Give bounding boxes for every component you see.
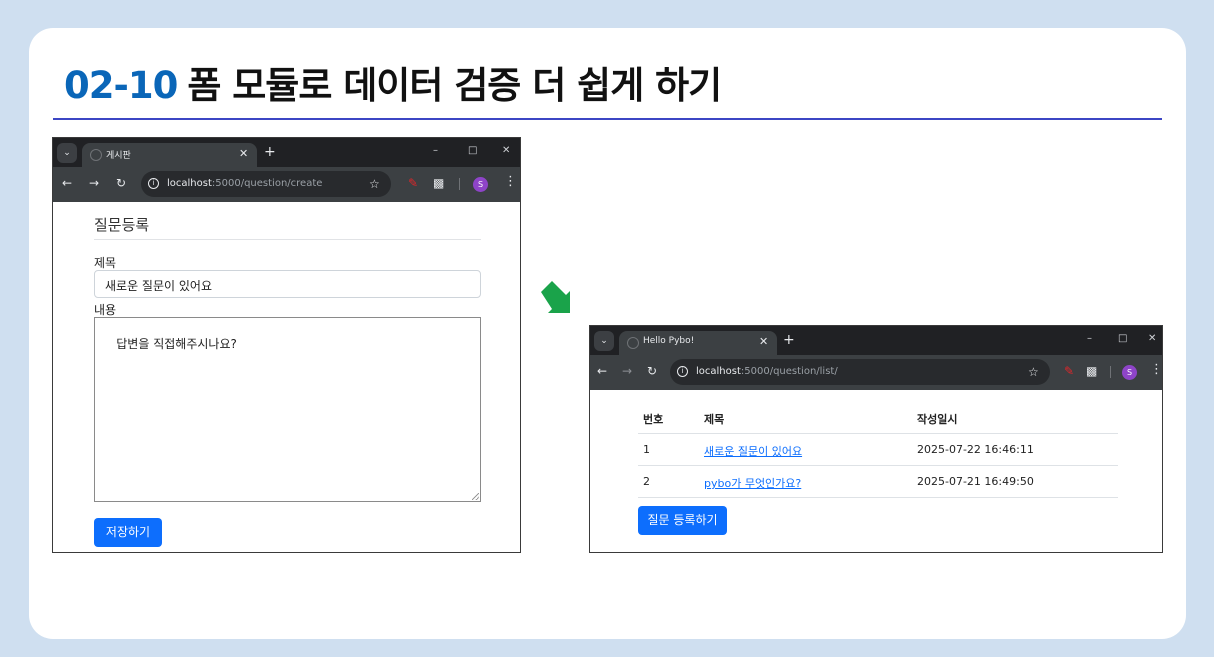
tab-hello-pybo[interactable]: Hello Pybo! ✕ bbox=[619, 331, 777, 355]
url-text: localhost:5000/question/create bbox=[167, 178, 323, 189]
menu-kebab-icon[interactable]: ⋮ bbox=[1150, 363, 1162, 377]
question-link[interactable]: 새로운 질문이 있어요 bbox=[704, 443, 802, 459]
toolbar-separator bbox=[459, 178, 460, 190]
table-header-row: 번호 제목 작성일시 bbox=[638, 402, 1118, 434]
page-heading: 질문등록 bbox=[94, 216, 150, 234]
column-header-subject: 제목 bbox=[704, 413, 725, 426]
tab-strip: ⌄ Hello Pybo! ✕ + – □ ✕ bbox=[590, 326, 1162, 355]
maximize-icon[interactable]: □ bbox=[1118, 333, 1127, 345]
globe-icon bbox=[90, 149, 102, 161]
content-label: 내용 bbox=[94, 303, 117, 317]
reload-icon[interactable]: ↻ bbox=[647, 364, 657, 378]
slide-title: 02-10 폼 모듈로 데이터 검증 더 쉽게 하기 bbox=[64, 55, 722, 109]
bookmark-star-icon[interactable]: ☆ bbox=[1028, 365, 1039, 379]
content-textarea[interactable]: 답변을 직접해주시나요? bbox=[94, 317, 481, 502]
globe-icon bbox=[627, 337, 639, 349]
title-divider bbox=[53, 118, 1162, 120]
row-date: 2025-07-22 16:46:11 bbox=[917, 443, 1034, 456]
resize-grip[interactable] bbox=[472, 493, 479, 500]
site-info-icon[interactable]: i bbox=[148, 178, 159, 189]
close-window-icon[interactable]: ✕ bbox=[502, 145, 510, 157]
row-date: 2025-07-21 16:49:50 bbox=[917, 475, 1034, 488]
table-row: 1 새로운 질문이 있어요 2025-07-22 16:46:11 bbox=[638, 434, 1118, 466]
back-icon[interactable]: ← bbox=[62, 176, 72, 190]
address-bar[interactable]: i localhost:5000/question/create ☆ bbox=[141, 171, 391, 197]
question-table: 번호 제목 작성일시 1 새로운 질문이 있어요 2025-07-22 16:4… bbox=[638, 402, 1118, 498]
column-header-number: 번호 bbox=[643, 413, 664, 426]
forward-icon[interactable]: → bbox=[89, 176, 99, 190]
pen-extension-icon[interactable]: ✎ bbox=[1064, 364, 1074, 378]
tab-title: 게시판 bbox=[106, 151, 131, 161]
close-window-icon[interactable]: ✕ bbox=[1148, 333, 1156, 345]
address-bar[interactable]: i localhost:5000/question/list/ ☆ bbox=[670, 359, 1050, 385]
reload-icon[interactable]: ↻ bbox=[116, 176, 126, 190]
slide-number: 02-10 bbox=[64, 64, 178, 107]
close-tab-icon[interactable]: ✕ bbox=[239, 147, 248, 160]
tab-board[interactable]: 게시판 ✕ bbox=[82, 143, 257, 167]
browser-toolbar: ← → ↻ i localhost:5000/question/create ☆… bbox=[53, 167, 520, 202]
save-button[interactable]: 저장하기 bbox=[94, 518, 162, 547]
row-number: 2 bbox=[643, 475, 650, 488]
browser-window-list: ⌄ Hello Pybo! ✕ + – □ ✕ ← → ↻ i localhos… bbox=[589, 325, 1163, 553]
slide-title-text: 폼 모듈로 데이터 검증 더 쉽게 하기 bbox=[187, 64, 722, 107]
table-row: 2 pybo가 무엇인가요? 2025-07-21 16:49:50 bbox=[638, 466, 1118, 498]
minimize-icon[interactable]: – bbox=[1087, 333, 1092, 345]
new-tab-icon[interactable]: + bbox=[264, 144, 276, 160]
subject-input[interactable]: 새로운 질문이 있어요 bbox=[94, 270, 481, 298]
tab-strip: ⌄ 게시판 ✕ + – □ ✕ bbox=[53, 138, 520, 167]
down-right-arrow-icon bbox=[541, 281, 570, 313]
browser-window-create: ⌄ 게시판 ✕ + – □ ✕ ← → ↻ i localhost:5000/q… bbox=[52, 137, 521, 553]
new-tab-icon[interactable]: + bbox=[783, 332, 795, 348]
toolbar-separator bbox=[1110, 366, 1111, 378]
browser-toolbar: ← → ↻ i localhost:5000/question/list/ ☆ … bbox=[590, 355, 1162, 390]
row-number: 1 bbox=[643, 443, 650, 456]
extensions-puzzle-icon[interactable]: ▩ bbox=[433, 176, 444, 190]
heading-divider bbox=[94, 239, 481, 240]
bookmark-star-icon[interactable]: ☆ bbox=[369, 177, 380, 191]
subject-label: 제목 bbox=[94, 256, 117, 270]
question-link[interactable]: pybo가 무엇인가요? bbox=[704, 475, 801, 491]
minimize-icon[interactable]: – bbox=[433, 145, 438, 157]
content-text: 답변을 직접해주시나요? bbox=[116, 337, 237, 351]
forward-icon[interactable]: → bbox=[622, 364, 632, 378]
maximize-icon[interactable]: □ bbox=[468, 145, 477, 157]
url-text: localhost:5000/question/list/ bbox=[696, 366, 838, 377]
chevron-down-icon[interactable]: ⌄ bbox=[57, 143, 77, 163]
column-header-date: 작성일시 bbox=[917, 413, 958, 426]
menu-kebab-icon[interactable]: ⋮ bbox=[504, 175, 517, 189]
register-question-button[interactable]: 질문 등록하기 bbox=[638, 506, 727, 535]
extensions-puzzle-icon[interactable]: ▩ bbox=[1086, 364, 1097, 378]
profile-avatar[interactable]: S bbox=[473, 177, 488, 192]
back-icon[interactable]: ← bbox=[597, 364, 607, 378]
tab-title: Hello Pybo! bbox=[643, 336, 695, 346]
site-info-icon[interactable]: i bbox=[677, 366, 688, 377]
chevron-down-icon[interactable]: ⌄ bbox=[594, 331, 614, 351]
profile-avatar[interactable]: S bbox=[1122, 365, 1137, 380]
pen-extension-icon[interactable]: ✎ bbox=[408, 176, 418, 190]
close-tab-icon[interactable]: ✕ bbox=[759, 335, 768, 348]
